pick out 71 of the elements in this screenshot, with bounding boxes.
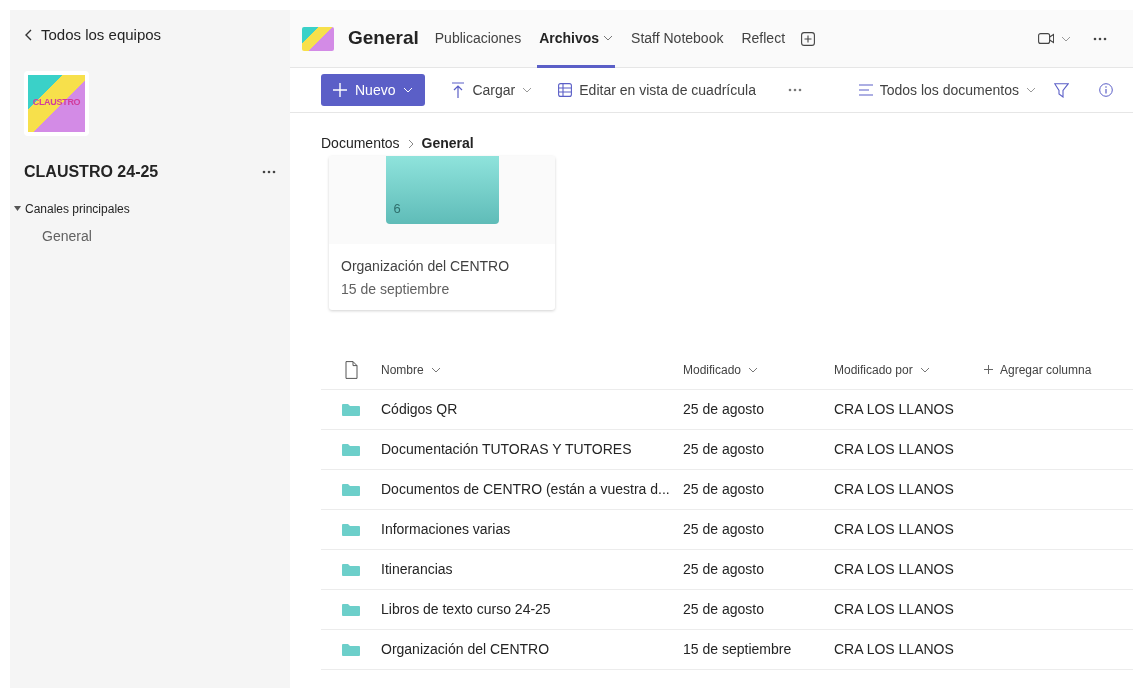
modified-by: CRA LOS LLANOS	[834, 481, 954, 497]
modified-date: 25 de agosto	[683, 521, 764, 537]
modified-by: CRA LOS LLANOS	[834, 641, 954, 657]
file-name[interactable]: Organización del CENTRO	[381, 641, 550, 657]
file-name[interactable]: Libros de texto curso 24-25	[381, 601, 551, 617]
tab[interactable]: Archivos	[537, 9, 616, 68]
channel-group-label[interactable]: Canales principales	[25, 199, 130, 218]
tab[interactable]: Publicaciones	[432, 9, 524, 68]
list-icon	[858, 84, 873, 96]
caret-down-icon[interactable]	[14, 205, 21, 212]
column-header[interactable]: Nombre	[381, 360, 441, 379]
file-name[interactable]: Documentos de CENTRO (están a vuestra d...	[381, 481, 670, 497]
folder-icon	[342, 603, 360, 616]
folder-icon	[342, 563, 360, 576]
column-header[interactable]: Modificado por	[834, 360, 930, 379]
modified-by: CRA LOS LLANOS	[834, 441, 954, 457]
file-icon	[344, 360, 358, 379]
video-camera-icon	[1038, 32, 1054, 45]
file-name[interactable]: Códigos QR	[381, 401, 458, 417]
upload-icon	[451, 82, 466, 98]
upload-button[interactable]: Cargar	[443, 75, 541, 105]
team-name: CLAUSTRO 24-25	[24, 161, 159, 182]
add-column-button[interactable]: Agregar columna	[984, 360, 1092, 379]
chevron-down-icon	[403, 85, 414, 95]
chevron-right-icon	[407, 138, 414, 149]
folder-icon	[342, 523, 360, 536]
breadcrumb-item: General	[421, 134, 474, 153]
new-button[interactable]: Nuevo	[321, 74, 426, 106]
modified-by: CRA LOS LLANOS	[834, 521, 954, 537]
chevron-left-icon	[24, 29, 33, 42]
chevron-down-icon	[1026, 85, 1036, 95]
breadcrumb-item[interactable]: Documentos	[321, 133, 400, 154]
channel-link[interactable]: General	[24, 225, 276, 247]
tab[interactable]: Reflect	[739, 9, 788, 68]
modified-date: 15 de septiembre	[683, 641, 792, 657]
view-selector[interactable]: Todos los documentos	[850, 75, 1044, 105]
modified-by: CRA LOS LLANOS	[834, 601, 954, 617]
modified-date: 25 de agosto	[683, 401, 764, 417]
plus-icon	[984, 365, 993, 374]
modified-by: CRA LOS LLANOS	[834, 401, 954, 417]
folder-icon	[342, 443, 360, 456]
file-name[interactable]: Documentación TUTORAS Y TUTORES	[381, 441, 632, 457]
grid-edit-button[interactable]: Editar en vista de cuadrícula	[550, 75, 764, 105]
file-name[interactable]: Itinerancias	[381, 561, 453, 577]
modified-by: CRA LOS LLANOS	[834, 561, 954, 577]
folder-icon	[342, 643, 360, 656]
column-header[interactable]: Modificado	[683, 360, 759, 379]
folder-tile[interactable]: 6 Organización del CENTRO 15 de septiembre	[329, 156, 555, 310]
folder-icon	[342, 483, 360, 496]
more-icon[interactable]	[1093, 36, 1107, 41]
folder-icon	[342, 403, 360, 416]
filter-icon[interactable]	[1054, 82, 1069, 98]
item-count: 6	[393, 199, 401, 218]
modified-date: 25 de agosto	[683, 601, 764, 617]
back-link[interactable]: Todos los equipos	[24, 24, 276, 47]
modified-date: 25 de agosto	[683, 481, 764, 497]
tab[interactable]: Staff Notebook	[629, 9, 726, 68]
plus-icon	[333, 83, 347, 97]
add-tab-icon[interactable]	[801, 31, 816, 46]
channel-logo	[302, 26, 334, 51]
more-icon[interactable]	[262, 169, 276, 174]
grid-icon	[558, 83, 573, 97]
modified-date: 25 de agosto	[683, 441, 764, 457]
file-name[interactable]: Informaciones varias	[381, 521, 511, 537]
info-icon[interactable]	[1099, 83, 1113, 97]
chevron-down-icon	[522, 85, 533, 95]
channel-title: General	[348, 26, 419, 51]
tile-date: 15 de septiembre	[340, 280, 451, 299]
modified-date: 25 de agosto	[683, 561, 764, 577]
more-icon[interactable]	[787, 88, 802, 92]
tile-name: Organización del CENTRO	[340, 257, 511, 276]
